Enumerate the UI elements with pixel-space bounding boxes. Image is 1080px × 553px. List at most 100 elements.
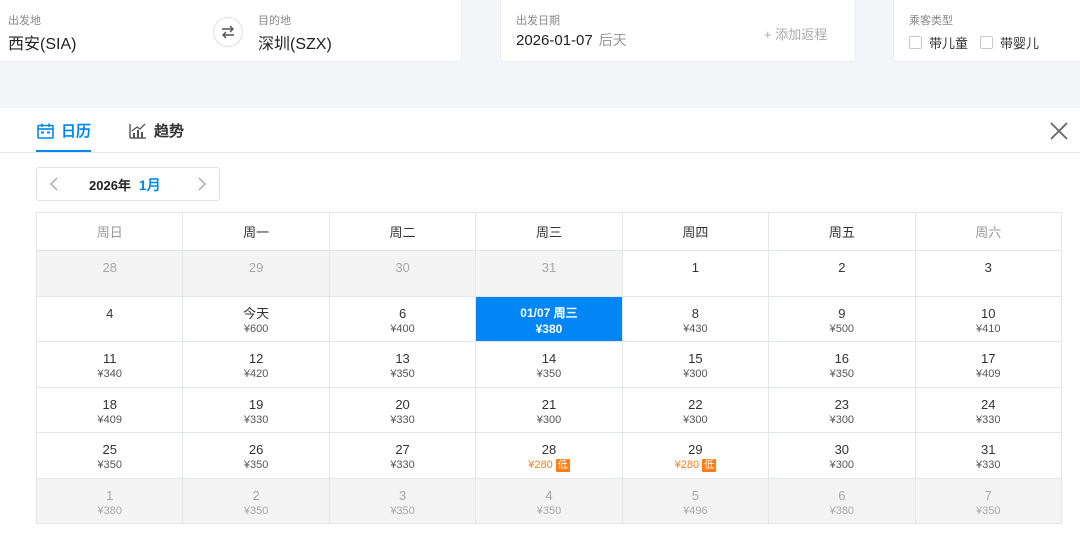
departure-date-field[interactable]: 2026-01-07 后天 [516,30,627,50]
calendar-day[interactable]: 23 ¥300 [769,387,916,433]
calendar-day[interactable]: 30 ¥300 [769,433,916,479]
tab-trend-label: 趋势 [154,123,185,140]
swap-cities-button[interactable] [213,17,243,47]
calendar-day[interactable]: 9 ¥500 [769,296,916,342]
calendar-day[interactable]: 8 ¥430 [622,296,770,342]
calendar-day[interactable]: 22 ¥300 [622,387,770,433]
price-value: ¥300 [683,413,708,426]
close-icon [1050,122,1068,140]
calendar-day[interactable]: 16 ¥350 [769,342,916,388]
weekday-header: 周三 [476,213,623,251]
day-number: 1 [106,487,114,503]
calendar-day[interactable]: 4 [37,296,184,342]
calendar-day[interactable]: 26 ¥350 [183,433,330,479]
day-price: ¥300 [830,414,854,427]
calendar-day[interactable]: 11 ¥340 [37,342,184,388]
calendar-day[interactable]: 19 ¥330 [183,387,330,433]
from-field[interactable]: 西安(SIA) [8,30,76,54]
calendar-day[interactable]: 6 ¥380 [769,478,916,524]
tab-calendar-label: 日历 [61,123,92,140]
calendar-day[interactable]: 12 ¥420 [183,342,330,388]
calendar-day[interactable]: 24 ¥330 [915,387,1062,433]
day-number: 24 [981,396,996,412]
calendar-day[interactable]: 30 [329,251,477,297]
price-value: ¥330 [390,413,415,426]
day-number: 3 [984,260,992,275]
calendar-day[interactable]: 2 [769,251,916,297]
price-value: ¥330 [243,413,269,426]
route-search-box: 出发地 西安(SIA) 目的地 深圳(SZX) [0,0,462,62]
price-value: ¥300 [683,368,708,380]
weekday-header-row: 周日 周一 周二 周三 周四 周五 周六 [37,213,1062,251]
day-price: ¥280 低 [675,459,717,472]
date-value: 2026-01-07 [516,32,593,49]
panel-tabs: 日历 趋势 [0,108,1080,153]
calendar-day[interactable]: 31 [476,251,623,297]
day-number: 6 [398,305,407,321]
calendar-grid: 周日 周一 周二 周三 周四 周五 周六 28 29 30 31 1 2 3 4 今天 ¥600 6 ¥400 01… [36,212,1062,524]
calendar-day[interactable]: 4 ¥350 [476,478,623,524]
day-number: 21 [541,396,557,412]
to-field[interactable]: 深圳(SZX) [258,30,332,54]
calendar-day[interactable]: 3 [915,251,1062,297]
calendar-day[interactable]: 28 ¥280 低 [476,433,623,479]
calendar-day[interactable]: 18 ¥409 [37,387,184,433]
calendar-day[interactable]: 1 [622,251,770,297]
calendar-day[interactable]: 21 ¥300 [476,387,623,433]
next-month-button[interactable] [195,176,209,192]
calendar-day[interactable]: 28 [37,251,184,297]
calendar-day[interactable]: 15 ¥300 [622,342,770,388]
day-number: 1 [691,260,700,275]
day-number: 9 [838,305,846,321]
low-price-badge: 低 [702,459,717,472]
day-price: ¥410 [976,323,1000,336]
with-child-checkbox[interactable]: 带儿童 [909,33,968,52]
calendar-day[interactable]: 20 ¥330 [329,387,477,433]
calendar-day-selected[interactable]: 01/07 周三 ¥380 [476,296,623,342]
calendar-day[interactable]: 14 ¥350 [476,342,623,388]
calendar-day[interactable]: 1 ¥380 [37,478,184,524]
calendar-day[interactable]: 5 ¥496 [622,478,770,524]
passenger-type-box: 乘客类型 带儿童 带婴儿 [893,0,1080,62]
with-infant-checkbox[interactable]: 带婴儿 [980,33,1039,52]
calendar-day[interactable]: 31 ¥330 [915,433,1062,479]
day-price: ¥350 [830,368,854,381]
day-price: ¥300 [537,414,561,427]
calendar-day[interactable]: 25 ¥350 [37,433,184,479]
year-label: 2026年 [89,178,131,193]
day-price: ¥340 [97,368,121,381]
calendar-day[interactable]: 2 ¥350 [183,478,330,524]
close-button[interactable] [1047,119,1071,143]
tab-trend[interactable]: 趋势 [129,120,184,141]
calendar-week-row: 28 29 30 31 1 2 3 [37,251,1062,297]
calendar-day[interactable]: 29 [183,251,330,297]
active-tab-indicator [36,150,91,152]
month-label: 2026年 1月 [89,175,161,195]
chevron-left-icon [50,177,58,191]
calendar-day[interactable]: 27 ¥330 [329,433,477,479]
calendar-week-row: 25 ¥350 26 ¥350 27 ¥330 28 ¥280 低 29 ¥280 低 30 ¥300 31… [37,433,1062,479]
day-number: 7 [984,487,992,503]
calendar-week-row: 4 今天 ¥600 6 ¥400 01/07 周三 ¥380 8 ¥430 9 ¥500 10 ¥410 [37,296,1062,342]
add-return-button[interactable]: + 添加返程 [764,24,827,43]
calendar-day[interactable]: 13 ¥350 [329,342,477,388]
price-value: ¥409 [976,368,1001,380]
day-number: 2 [252,487,260,503]
from-label: 出发地 [8,15,41,27]
calendar-day[interactable]: 17 ¥409 [915,342,1062,388]
day-number: 27 [395,442,410,457]
day-number: 25 [102,442,117,457]
calendar-day[interactable]: 7 ¥350 [915,478,1062,524]
calendar-day[interactable]: 6 ¥400 [329,296,477,342]
calendar-day[interactable]: 今天 ¥600 [183,296,330,342]
calendar-day[interactable]: 29 ¥280 低 [622,433,770,479]
calendar-day[interactable]: 3 ¥350 [329,478,477,524]
day-number: 13 [395,351,410,366]
prev-month-button[interactable] [47,176,61,192]
day-price: ¥350 [97,459,121,472]
tab-calendar[interactable]: 日历 [37,120,91,141]
calendar-day[interactable]: 10 ¥410 [915,296,1062,342]
weekday-header: 周一 [183,213,330,251]
day-number: 15 [688,351,703,366]
day-number: 14 [541,351,557,366]
